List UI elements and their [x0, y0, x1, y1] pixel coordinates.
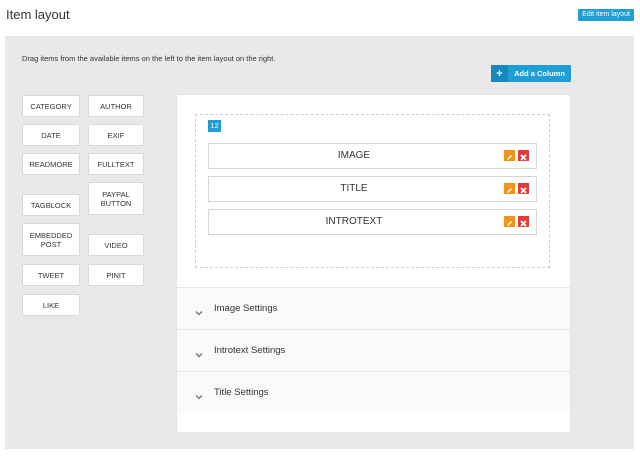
available-item-category[interactable]: CATEGORY — [22, 95, 80, 117]
edit-icon[interactable] — [504, 150, 515, 161]
add-column-label: Add a Column — [514, 69, 565, 78]
close-icon[interactable] — [518, 216, 529, 227]
add-column-button[interactable]: + Add a Column — [491, 65, 571, 82]
accordion-image-settings[interactable]: Image Settings — [177, 287, 570, 329]
edit-item-layout-button[interactable]: Edit item layout — [578, 9, 634, 21]
available-item-pinit[interactable]: PINIT — [88, 264, 144, 286]
available-item-author[interactable]: AUTHOR — [88, 95, 144, 117]
available-item-fulltext[interactable]: FULLTEXT — [88, 153, 144, 175]
available-item-readmore[interactable]: READMORE — [22, 153, 80, 175]
available-item-tweet[interactable]: TWEET — [22, 264, 80, 286]
layout-row-image[interactable]: IMAGE — [208, 143, 537, 169]
layout-row-introtext[interactable]: INTROTEXT — [208, 209, 537, 235]
available-item-like[interactable]: LIKE — [22, 294, 80, 316]
page-title: Item layout — [6, 7, 70, 22]
layout-row-label: IMAGE — [337, 150, 371, 161]
available-item-tagblock[interactable]: TAGBLOCK — [22, 194, 80, 216]
accordion-introtext-settings[interactable]: Introtext Settings — [177, 329, 570, 371]
plus-icon: + — [491, 65, 508, 82]
layout-row-label: INTROTEXT — [325, 216, 383, 227]
accordion-label: Introtext Settings — [214, 345, 286, 356]
edit-icon[interactable] — [504, 183, 515, 194]
close-icon[interactable] — [518, 150, 529, 161]
instructions-text: Drag items from the available items on t… — [22, 54, 276, 63]
layout-row-label: TITLE — [340, 183, 368, 194]
available-item-date[interactable]: DATE — [22, 124, 80, 146]
chevron-down-icon — [195, 346, 203, 364]
available-item-exif[interactable]: EXIF — [88, 124, 144, 146]
accordion-label: Image Settings — [214, 303, 278, 314]
accordion-title-settings[interactable]: Title Settings — [177, 371, 570, 413]
edit-icon[interactable] — [504, 216, 515, 227]
chevron-down-icon — [195, 388, 203, 406]
available-item-paypal-button[interactable]: PAYPAL BUTTON — [88, 182, 144, 215]
chevron-down-icon — [195, 304, 203, 322]
close-icon[interactable] — [518, 183, 529, 194]
available-item-video[interactable]: VIDEO — [88, 234, 144, 256]
available-item-embedded-post[interactable]: EMBEDDED POST — [22, 223, 80, 256]
accordion-label: Title Settings — [214, 387, 269, 398]
layout-row-title[interactable]: TITLE — [208, 176, 537, 202]
column-width-badge[interactable]: 12 — [208, 120, 221, 132]
